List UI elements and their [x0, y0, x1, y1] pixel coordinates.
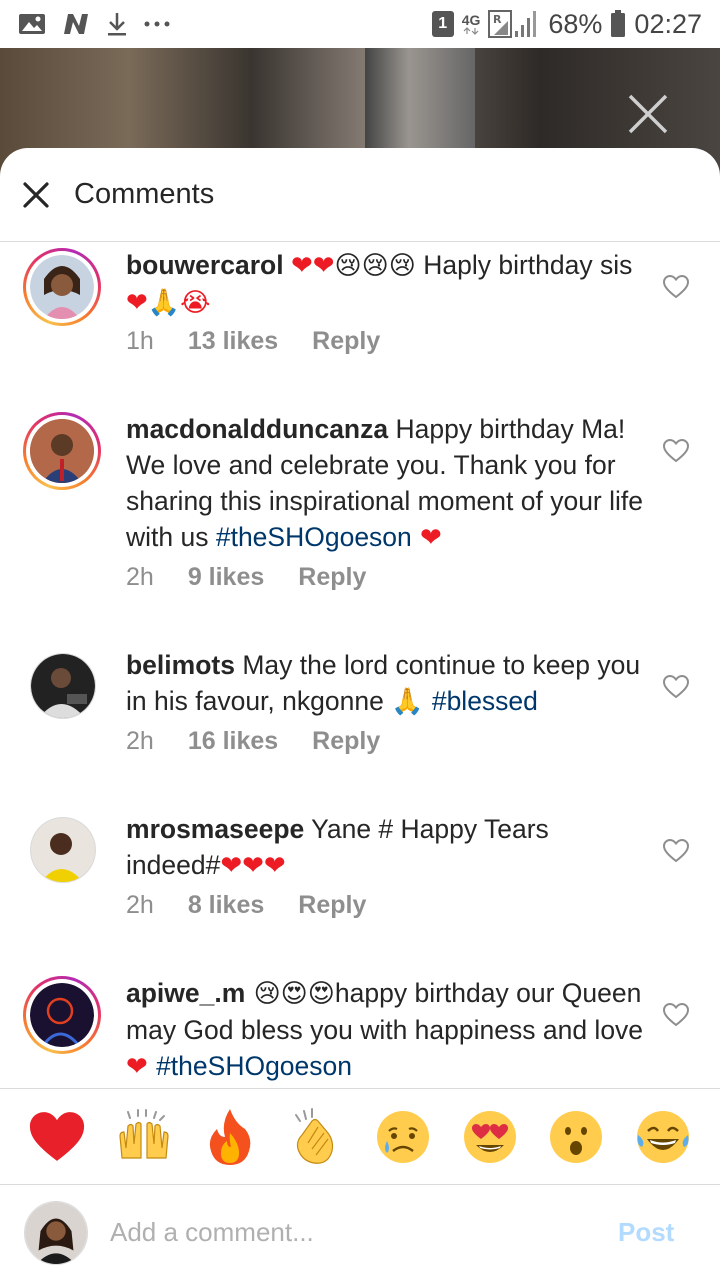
- sim-slot-badge: 1: [431, 11, 454, 37]
- comment-item: apiwe_.m 😢😍😍happy birthday our Queen may…: [0, 971, 720, 1088]
- comment-username[interactable]: bouwercarol: [126, 250, 284, 280]
- reply-button[interactable]: Reply: [312, 327, 380, 356]
- avatar[interactable]: [23, 412, 101, 490]
- clapping-hands-reaction-icon[interactable]: [287, 1107, 347, 1167]
- close-icon[interactable]: [22, 181, 50, 209]
- hashtag-link[interactable]: #theSHOgoeson: [156, 1051, 352, 1081]
- comment-text: macdonaldduncanza Happy birthday Ma! We …: [126, 411, 646, 556]
- avatar-image: [30, 983, 94, 1048]
- comment-item: macdonaldduncanza Happy birthday Ma! We …: [0, 407, 720, 643]
- avatar[interactable]: [30, 653, 96, 719]
- image-icon: [18, 12, 46, 36]
- comment-meta: 2h 8 likes Reply: [126, 891, 366, 920]
- hashtag-link[interactable]: #theSHOgoeson: [216, 522, 412, 552]
- status-left: [18, 11, 170, 37]
- comment-emoji: ❤: [411, 523, 442, 553]
- avatar-image: [30, 255, 94, 319]
- sheet-header: Comments: [0, 148, 720, 242]
- tears-of-joy-reaction-icon[interactable]: [633, 1107, 693, 1167]
- comment-likes[interactable]: 9 likes: [188, 563, 264, 592]
- avatar[interactable]: [23, 248, 101, 326]
- comment-likes[interactable]: 8 likes: [188, 891, 264, 920]
- like-heart-icon[interactable]: [662, 674, 690, 699]
- n-notification-icon: [62, 12, 90, 36]
- video-close-icon[interactable]: [626, 92, 670, 136]
- current-user-avatar: [24, 1200, 88, 1265]
- download-icon: [106, 11, 128, 37]
- comment-username[interactable]: mrosmaseepe: [126, 814, 304, 844]
- comment-emoji: ❤🙏😭: [126, 288, 211, 318]
- comment-item: bouwercarol ❤❤😢😢😢 Haply birthday sis❤🙏😭 …: [0, 243, 720, 407]
- comment-emoji: 😢😢😢: [334, 251, 416, 281]
- sheet-title: Comments: [74, 178, 215, 210]
- comment-list[interactable]: bouwercarol ❤❤😢😢😢 Haply birthday sis❤🙏😭 …: [0, 243, 720, 1088]
- post-button[interactable]: Post: [618, 1217, 674, 1248]
- hashtag-link[interactable]: #blessed: [432, 686, 538, 716]
- reply-button[interactable]: Reply: [298, 891, 366, 920]
- comment-text: mrosmaseepe Yane # Happy Tears indeed#❤❤…: [126, 811, 646, 884]
- comment-time: 2h: [126, 891, 154, 919]
- comment-text: belimots May the lord continue to keep y…: [126, 647, 646, 720]
- comment-meta: 1h 13 likes Reply: [126, 327, 380, 356]
- more-dots-icon: [144, 20, 170, 28]
- comment-time: 2h: [126, 563, 154, 591]
- comment-time: 1h: [126, 327, 154, 355]
- like-heart-icon[interactable]: [662, 1002, 690, 1027]
- roaming-signal-icon: R: [488, 9, 540, 39]
- status-right: 1 4G R 68% 02:27: [431, 8, 702, 40]
- comment-emoji: 🙏: [391, 687, 432, 717]
- avatar-image: [30, 419, 94, 483]
- add-comment-input[interactable]: [110, 1217, 570, 1248]
- raised-hands-reaction-icon[interactable]: [114, 1107, 174, 1167]
- reply-button[interactable]: Reply: [312, 727, 380, 756]
- avatar[interactable]: [23, 976, 101, 1054]
- comment-username[interactable]: macdonaldduncanza: [126, 414, 388, 444]
- reply-button[interactable]: Reply: [298, 563, 366, 592]
- status-bar: 1 4G R 68% 02:27: [0, 0, 720, 48]
- avatar-image: [31, 818, 95, 882]
- avatar-image: [31, 654, 95, 718]
- heart-reaction-icon[interactable]: [27, 1107, 87, 1167]
- like-heart-icon[interactable]: [662, 838, 690, 863]
- comment-text: bouwercarol ❤❤😢😢😢 Haply birthday sis ❤🙏😭: [126, 247, 646, 321]
- quick-reactions-bar: [0, 1088, 720, 1185]
- comment-item: mrosmaseepe Yane # Happy Tears indeed#❤❤…: [0, 807, 720, 971]
- surprised-face-reaction-icon[interactable]: [546, 1107, 606, 1167]
- comment-message: Haply birthday sis: [415, 250, 633, 280]
- comment-emoji: 😢😍😍: [245, 979, 335, 1009]
- comment-username[interactable]: belimots: [126, 650, 235, 680]
- comment-time: 2h: [126, 727, 154, 755]
- comments-sheet: Comments bouwercarol ❤❤😢😢😢 Haply birthda…: [0, 148, 720, 1280]
- like-heart-icon[interactable]: [662, 438, 690, 463]
- like-heart-icon[interactable]: [662, 274, 690, 299]
- comment-input-row: Post: [0, 1184, 720, 1280]
- heart-eyes-reaction-icon[interactable]: [460, 1107, 520, 1167]
- fire-reaction-icon[interactable]: [200, 1107, 260, 1167]
- clock: 02:27: [634, 8, 702, 39]
- comment-likes[interactable]: 13 likes: [188, 327, 278, 356]
- comment-text: apiwe_.m 😢😍😍happy birthday our Queen may…: [126, 975, 646, 1085]
- comment-username[interactable]: apiwe_.m: [126, 978, 245, 1008]
- crying-face-reaction-icon[interactable]: [373, 1107, 433, 1167]
- comment-emoji: ❤❤❤: [220, 851, 286, 881]
- svg-text:R: R: [493, 13, 502, 26]
- comment-item: belimots May the lord continue to keep y…: [0, 643, 720, 807]
- comment-emoji: ❤: [126, 1052, 157, 1082]
- comment-emoji: ❤❤: [290, 251, 335, 281]
- comment-meta: 2h 16 likes Reply: [126, 727, 380, 756]
- battery-icon: [610, 10, 626, 38]
- network-label: 4G: [461, 12, 481, 28]
- comment-likes[interactable]: 16 likes: [188, 727, 278, 756]
- battery-percent: 68%: [548, 8, 603, 39]
- network-type-icon: 4G: [461, 12, 481, 35]
- comment-meta: 2h 9 likes Reply: [126, 563, 366, 592]
- avatar[interactable]: [30, 817, 96, 883]
